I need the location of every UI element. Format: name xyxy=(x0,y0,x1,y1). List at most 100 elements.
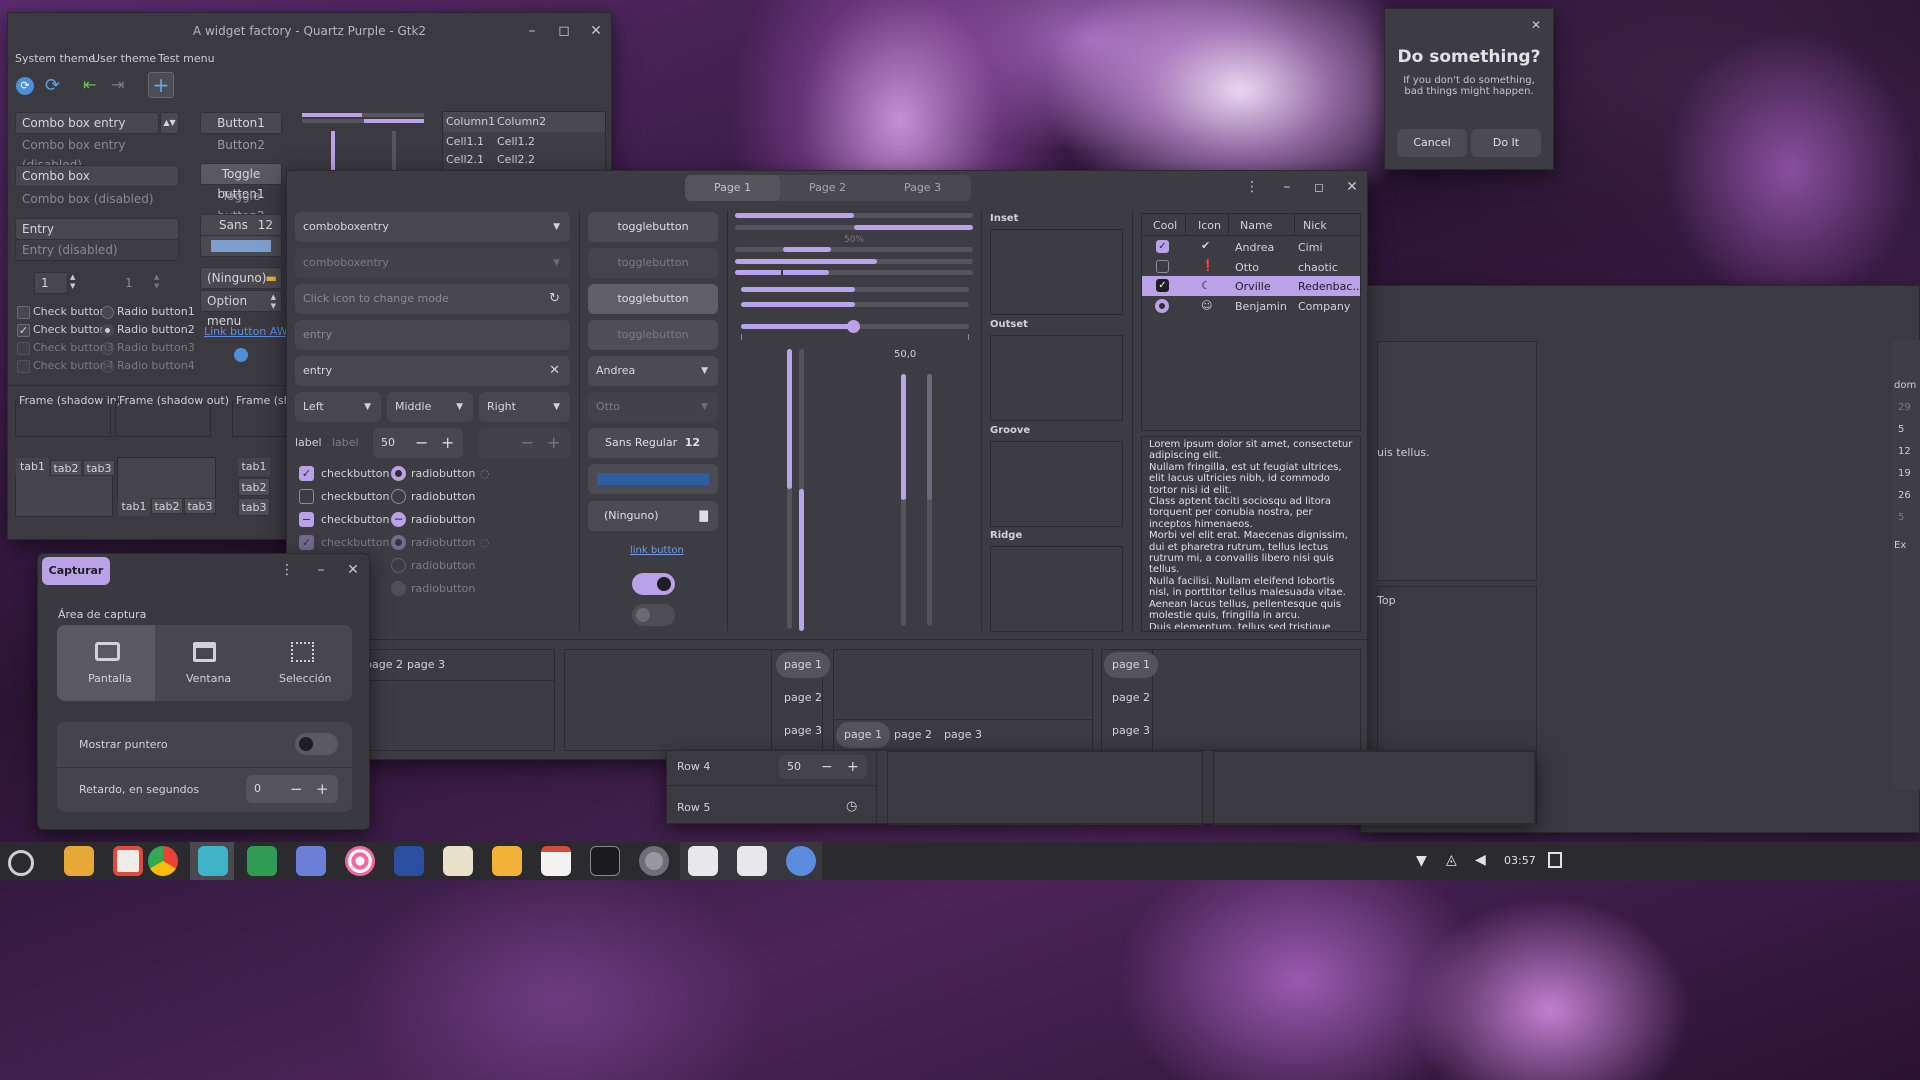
checkbutton-unchecked[interactable] xyxy=(299,489,314,504)
delay-spin[interactable]: 0 − + xyxy=(246,775,338,803)
cal-day[interactable]: 26 xyxy=(1898,490,1911,501)
dropdown-icon[interactable]: ▼ xyxy=(364,392,371,422)
refresh-icon[interactable]: ↻ xyxy=(549,284,560,314)
close-icon[interactable]: ✕ xyxy=(1342,177,1362,197)
dropdown-icon[interactable]: ▼ xyxy=(553,392,560,422)
spin-arrows-icon[interactable]: ▲ ▼ xyxy=(70,273,75,291)
list-row-check[interactable]: ✓ xyxy=(1156,279,1169,292)
scale-2[interactable] xyxy=(741,302,969,307)
list-col-nick[interactable]: Nick xyxy=(1303,219,1327,232)
entry-plain[interactable]: entry xyxy=(295,320,570,350)
widget-factory-icon[interactable] xyxy=(786,846,816,876)
goto-first-icon[interactable]: ⇤ xyxy=(83,75,96,94)
clear-icon[interactable]: ✕ xyxy=(549,356,560,386)
tree-column2[interactable]: Column2 xyxy=(497,115,546,128)
option-menu[interactable]: Option menu ▲ ▼ xyxy=(200,290,282,328)
media-icon[interactable] xyxy=(394,846,424,876)
settings-icon[interactable] xyxy=(639,846,669,876)
volume-icon[interactable]: ◀ xyxy=(1475,852,1486,868)
combo-right[interactable]: Right ▼ xyxy=(479,392,570,422)
spin-button[interactable]: 1 xyxy=(34,272,68,294)
show-pointer-switch[interactable] xyxy=(295,733,338,755)
comboboxentry[interactable]: comboboxentry ▼ xyxy=(295,212,570,242)
menu-test[interactable]: Test menu xyxy=(158,52,215,65)
tree-cell[interactable]: Cell2.1 xyxy=(446,153,484,166)
refresh-icon[interactable]: ⟳ xyxy=(45,75,60,96)
capture-option-label[interactable]: Selección xyxy=(279,672,331,685)
text-view-content[interactable]: Lorem ipsum dolor sit amet, consectetur … xyxy=(1149,439,1357,629)
stack-page-3[interactable]: Page 3 xyxy=(875,175,970,201)
checkbutton-inconsistent[interactable]: − xyxy=(299,512,314,527)
vscale-1[interactable] xyxy=(787,349,792,629)
list-col-cool[interactable]: Cool xyxy=(1153,219,1177,232)
mode-entry[interactable]: Click icon to change mode ↻ xyxy=(295,284,570,314)
scale-1[interactable] xyxy=(741,287,969,292)
check-button1[interactable] xyxy=(17,306,30,319)
minimize-icon[interactable]: – xyxy=(1277,177,1297,197)
do-it-button[interactable]: Do It xyxy=(1471,129,1541,157)
list-col-name[interactable]: Name xyxy=(1240,219,1272,232)
image-viewer-icon[interactable] xyxy=(296,846,326,876)
nb1-tab-page3[interactable]: page 3 xyxy=(399,652,453,678)
tab3[interactable]: tab3 xyxy=(184,498,216,514)
tab1[interactable]: tab1 xyxy=(118,498,150,516)
dropdown-icon[interactable]: ▼ xyxy=(456,392,463,422)
button1[interactable]: Button1 xyxy=(200,112,282,134)
color-button[interactable] xyxy=(588,464,718,494)
close-icon[interactable]: ✕ xyxy=(1526,15,1546,35)
capture-tab[interactable]: Capturar xyxy=(42,557,110,585)
close-icon[interactable]: ✕ xyxy=(343,560,363,580)
nb4-tab-page1[interactable]: page 1 xyxy=(1104,652,1158,678)
expander-label[interactable]: Ex xyxy=(1894,540,1906,551)
add-icon[interactable]: + xyxy=(148,72,174,98)
capture-screen-option[interactable] xyxy=(57,625,155,701)
row-4-spin[interactable]: 50 − + xyxy=(779,755,867,779)
spin-button[interactable]: 50 − + xyxy=(373,428,463,458)
nb3-tab-page1[interactable]: page 1 xyxy=(836,722,890,748)
toggle-button1[interactable]: Toggle button1 xyxy=(200,163,282,201)
entry[interactable]: Entry xyxy=(15,218,179,240)
hscale-1[interactable] xyxy=(302,113,424,117)
minus-icon[interactable]: − xyxy=(290,775,303,803)
combo-middle[interactable]: Middle ▼ xyxy=(387,392,473,422)
minimize-icon[interactable]: – xyxy=(311,560,331,580)
tab2[interactable]: tab2 xyxy=(50,460,82,476)
wifi-icon[interactable]: ▼ xyxy=(1416,853,1427,869)
terminal-icon[interactable] xyxy=(590,846,620,876)
radiobutton-inconsistent[interactable]: − xyxy=(391,512,406,527)
tab2[interactable]: tab2 xyxy=(151,498,183,514)
tree-cell[interactable]: Cell2.2 xyxy=(497,153,535,166)
color-button[interactable] xyxy=(200,235,282,257)
window-icon[interactable] xyxy=(193,642,216,662)
tab1[interactable]: tab1 xyxy=(238,458,270,476)
files-icon[interactable] xyxy=(64,846,94,876)
chrome-icon[interactable] xyxy=(148,846,178,876)
list-row-nick[interactable]: Redenbac... xyxy=(1298,280,1363,293)
notifications-icon[interactable]: ◬ xyxy=(1446,852,1457,868)
list-row-name[interactable]: Orville xyxy=(1235,280,1271,293)
minus-icon[interactable]: − xyxy=(821,755,833,779)
combo-box-entry[interactable]: Combo box entry xyxy=(15,112,159,134)
nb4-tab-page3[interactable]: page 3 xyxy=(1104,718,1158,744)
check-button2[interactable]: ✓ xyxy=(17,324,30,337)
tree-cell[interactable]: Cell1.1 xyxy=(446,135,484,148)
cal-day[interactable]: 19 xyxy=(1898,468,1911,479)
list-row-name[interactable]: Benjamin xyxy=(1235,300,1287,313)
combo-box[interactable]: Combo box xyxy=(15,165,179,187)
link-button[interactable]: Link button AWF xyxy=(204,325,294,338)
file-chooser-button[interactable]: (Ninguno) ▬ xyxy=(200,267,282,289)
tab2[interactable]: tab2 xyxy=(238,478,270,496)
radio-button1[interactable] xyxy=(101,306,114,319)
list-row-name[interactable]: Andrea xyxy=(1235,241,1274,254)
tree-cell[interactable]: Cell1.2 xyxy=(497,135,535,148)
tree-column1[interactable]: Column1 xyxy=(446,115,495,128)
tab3[interactable]: tab3 xyxy=(238,498,270,516)
maximize-icon[interactable]: ◻ xyxy=(554,21,574,41)
spiral-icon[interactable] xyxy=(345,846,375,876)
vscale-2[interactable] xyxy=(392,131,396,171)
font-button[interactable]: Sans 12 xyxy=(200,214,282,236)
switch-on[interactable] xyxy=(632,573,675,595)
document-icon[interactable] xyxy=(688,846,718,876)
nb3-tab-page3[interactable]: page 3 xyxy=(936,722,990,748)
file-chooser-button[interactable]: (Ninguno) ▇ xyxy=(588,501,718,531)
